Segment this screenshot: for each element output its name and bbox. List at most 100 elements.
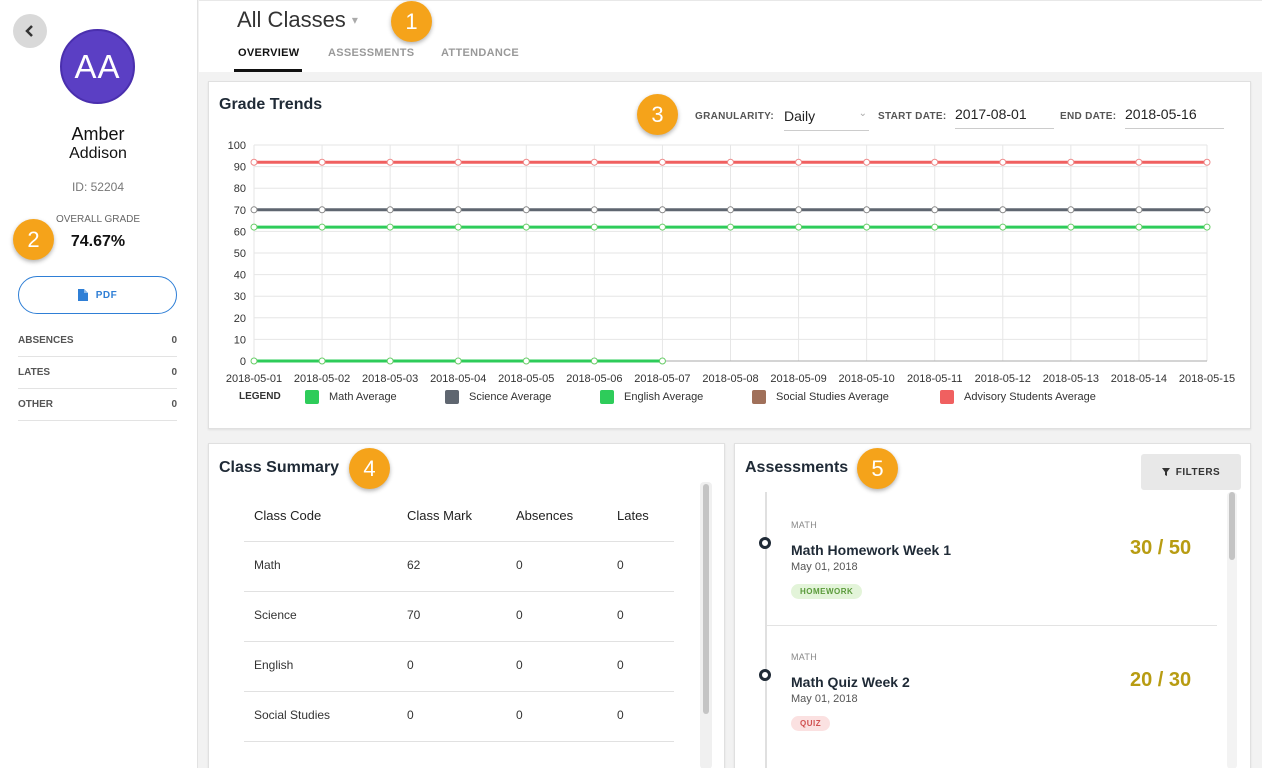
- table-cell: Social Studies: [254, 708, 331, 722]
- series-point: [318, 206, 326, 214]
- class-summary-card: Class Summary Class Code Class Mark Abse…: [208, 443, 725, 768]
- x-tick-label: 2018-05-06: [566, 373, 622, 385]
- series-point: [590, 223, 598, 231]
- series-point: [522, 357, 530, 365]
- tab-active-indicator: [234, 69, 302, 72]
- series-point: [318, 223, 326, 231]
- x-tick-label: 2018-05-12: [975, 373, 1031, 385]
- class-summary-title: Class Summary: [219, 459, 340, 476]
- table-cell: 0: [617, 558, 624, 572]
- stat-value: 0: [171, 335, 177, 346]
- stat-label: OTHER: [18, 399, 53, 410]
- series-point: [1135, 223, 1143, 231]
- student-sidebar: AA Amber Addison ID: 52204 OVERALL GRADE…: [0, 0, 198, 768]
- series-point: [250, 357, 258, 365]
- table-cell: 0: [407, 708, 414, 722]
- series-point: [863, 158, 871, 166]
- table-cell: 0: [516, 608, 523, 622]
- back-button[interactable]: [13, 14, 47, 48]
- pdf-button-label: PDF: [95, 289, 118, 301]
- series-point: [727, 158, 734, 166]
- series-point: [931, 223, 939, 231]
- assessments-card: Assessments FILTERS MATH Math Homework We…: [734, 443, 1251, 768]
- y-tick-label: 10: [234, 334, 246, 346]
- stat-row-lates: LATES 0: [18, 357, 177, 389]
- filters-button-label: FILTERS: [1175, 466, 1221, 478]
- series-point: [1203, 223, 1211, 231]
- timeline-dot: [759, 669, 771, 681]
- table-row-divider: [244, 591, 674, 592]
- legend-swatch[interactable]: [940, 390, 954, 404]
- tab-overview[interactable]: OVERVIEW: [238, 47, 300, 59]
- y-tick-label: 80: [234, 183, 246, 195]
- y-tick-label: 100: [228, 140, 246, 152]
- student-id: ID: 52204: [71, 180, 125, 194]
- scrollbar-thumb[interactable]: [1229, 492, 1235, 560]
- legend-label-text[interactable]: Science Average: [469, 391, 551, 403]
- timeline-dot: [759, 537, 771, 549]
- assessment-score: 20 / 30: [1130, 669, 1192, 691]
- x-tick-label: 2018-05-01: [226, 373, 282, 385]
- stat-value: 0: [171, 399, 177, 410]
- series-point: [1203, 158, 1211, 166]
- callout-badge-2: 2: [13, 219, 54, 260]
- tab-assessments[interactable]: ASSESSMENTS: [328, 47, 414, 59]
- legend-label-text[interactable]: Math Average: [329, 391, 397, 403]
- series-point: [863, 223, 871, 231]
- y-tick-label: 70: [234, 205, 246, 217]
- class-selector-label: All Classes: [237, 7, 346, 32]
- legend-swatch[interactable]: [445, 390, 459, 404]
- table-cell: English: [254, 658, 294, 672]
- series-point: [1135, 158, 1143, 166]
- series-point: [658, 357, 666, 365]
- series-point: [522, 158, 530, 166]
- table-cell: 70: [407, 608, 421, 622]
- class-selector[interactable]: All Classes ▾: [237, 7, 358, 33]
- series-point: [590, 206, 598, 214]
- filters-button[interactable]: FILTERS: [1141, 454, 1241, 490]
- series-point: [454, 206, 462, 214]
- series-point: [1067, 223, 1075, 231]
- chevron-left-icon: [25, 25, 33, 37]
- tab-attendance[interactable]: ATTENDANCE: [441, 47, 519, 59]
- series-point: [727, 223, 734, 231]
- x-tick-label: 2018-05-15: [1179, 373, 1235, 385]
- legend-label-text[interactable]: Advisory Students Average: [964, 391, 1096, 403]
- grade-trends-chart: 0 10 20 30 40 50 60 70 80 90 100 2018-05-01 2018-05-…: [226, 140, 1235, 385]
- x-tick-label: 2018-05-11: [907, 373, 962, 385]
- series-point: [386, 223, 394, 231]
- avatar: AA: [60, 29, 135, 104]
- series-point: [522, 223, 530, 231]
- pdf-button[interactable]: PDF: [18, 276, 177, 314]
- table-cell: 0: [617, 708, 624, 722]
- table-cell: 0: [407, 658, 414, 672]
- legend-swatch[interactable]: [305, 390, 319, 404]
- legend-swatch[interactable]: [600, 390, 614, 404]
- x-tick-label: 2018-05-10: [839, 373, 895, 385]
- series-point: [590, 158, 598, 166]
- series-point: [386, 357, 394, 365]
- x-tick-label: 2018-05-08: [702, 373, 758, 385]
- table-cell: 62: [407, 558, 421, 572]
- series-point: [590, 357, 598, 365]
- series-point: [727, 206, 734, 214]
- callout-badge-1: 1: [391, 1, 432, 42]
- legend-label-text[interactable]: Social Studies Average: [776, 391, 889, 403]
- table-row-divider: [244, 541, 674, 542]
- x-tick-label: 2018-05-09: [770, 373, 826, 385]
- assessment-divider: [767, 625, 1217, 626]
- table-row-divider: [244, 641, 674, 642]
- callout-badge-4: 4: [349, 448, 390, 489]
- series-point: [318, 158, 326, 166]
- column-header: Class Code: [254, 508, 322, 523]
- grade-trends-card: Grade Trends GRANULARITY: Daily ⌄ START …: [208, 81, 1251, 429]
- student-last-name: Addison: [69, 145, 127, 162]
- legend-swatch[interactable]: [752, 390, 766, 404]
- legend-label-text[interactable]: English Average: [624, 391, 703, 403]
- scrollbar-thumb[interactable]: [703, 484, 709, 714]
- series-point: [1203, 206, 1211, 214]
- x-tick-label: 2018-05-14: [1111, 373, 1167, 385]
- assessment-date: May 01, 2018: [791, 561, 858, 573]
- series-point: [454, 223, 462, 231]
- student-first-name: Amber: [71, 124, 125, 144]
